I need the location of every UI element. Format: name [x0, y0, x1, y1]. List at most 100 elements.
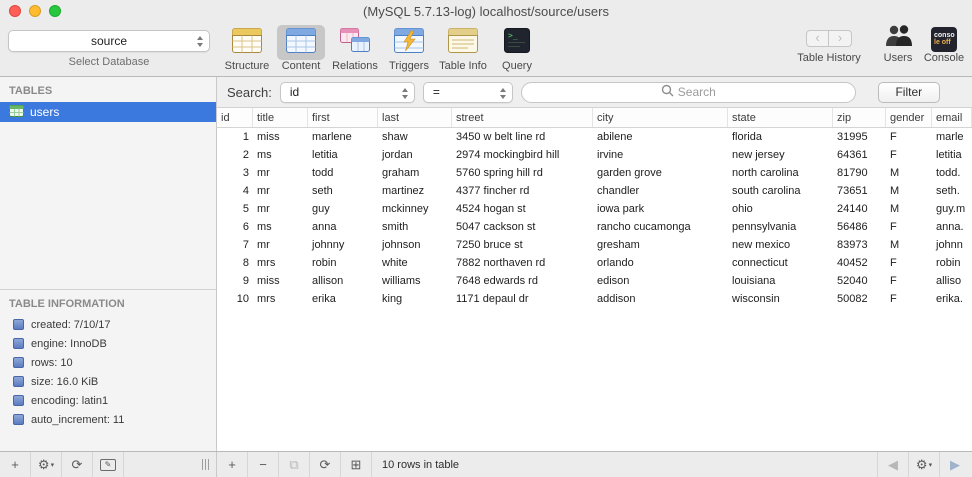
toolbar-item-structure[interactable]: Structure	[220, 24, 274, 72]
table-cell[interactable]: F	[886, 290, 932, 308]
table-cell[interactable]: 4524 hogan st	[452, 200, 593, 218]
table-cell[interactable]: 64361	[833, 146, 886, 164]
table-cell[interactable]: todd.	[932, 164, 972, 182]
table-cell[interactable]: shaw	[378, 128, 452, 146]
table-cell[interactable]: guy	[308, 200, 378, 218]
table-cell[interactable]: F	[886, 218, 932, 236]
table-cell[interactable]: 56486	[833, 218, 886, 236]
column-header-city[interactable]: city	[593, 108, 728, 127]
table-cell[interactable]: garden grove	[593, 164, 728, 182]
table-cell[interactable]: 5047 cackson st	[452, 218, 593, 236]
table-cell[interactable]: 2	[217, 146, 253, 164]
table-cell[interactable]: connecticut	[728, 254, 833, 272]
table-cell[interactable]: mrs	[253, 290, 308, 308]
table-cell[interactable]: king	[378, 290, 452, 308]
edit-row-button[interactable]: ⊞	[341, 452, 372, 477]
table-cell[interactable]: letitia	[308, 146, 378, 164]
column-header-state[interactable]: state	[728, 108, 833, 127]
table-cell[interactable]: mckinney	[378, 200, 452, 218]
toggle-console-button[interactable]: ✎	[93, 452, 124, 477]
table-cell[interactable]: 1	[217, 128, 253, 146]
table-cell[interactable]: seth	[308, 182, 378, 200]
table-cell[interactable]: robin	[932, 254, 972, 272]
column-header-email[interactable]: email	[932, 108, 972, 127]
table-cell[interactable]: marlene	[308, 128, 378, 146]
table-cell[interactable]: pennsylvania	[728, 218, 833, 236]
table-cell[interactable]: guy.m	[932, 200, 972, 218]
table-cell[interactable]: irvine	[593, 146, 728, 164]
minimize-window-button[interactable]	[29, 5, 41, 17]
table-cell[interactable]: M	[886, 182, 932, 200]
column-header-last[interactable]: last	[378, 108, 452, 127]
table-cell[interactable]: addison	[593, 290, 728, 308]
table-cell[interactable]: F	[886, 128, 932, 146]
table-cell[interactable]: williams	[378, 272, 452, 290]
table-cell[interactable]: ohio	[728, 200, 833, 218]
table-cell[interactable]: anna	[308, 218, 378, 236]
table-row[interactable]: 3 mr todd graham 5760 spring hill rd garden g…	[217, 164, 972, 182]
column-header-gender[interactable]: gender	[886, 108, 932, 127]
table-row[interactable]: 5 mr guy mckinney 4524 hogan st iowa park ohio…	[217, 200, 972, 218]
table-cell[interactable]: erika	[308, 290, 378, 308]
table-cell[interactable]: new jersey	[728, 146, 833, 164]
table-cell[interactable]: graham	[378, 164, 452, 182]
table-row[interactable]: 9 miss allison williams 7648 edwards rd ediso…	[217, 272, 972, 290]
table-cell[interactable]: todd	[308, 164, 378, 182]
table-cell[interactable]: johnny	[308, 236, 378, 254]
table-cell[interactable]: seth.	[932, 182, 972, 200]
table-cell[interactable]: alliso	[932, 272, 972, 290]
table-cell[interactable]: M	[886, 236, 932, 254]
table-cell[interactable]: ms	[253, 218, 308, 236]
table-cell[interactable]: smith	[378, 218, 452, 236]
table-cell[interactable]: erika.	[932, 290, 972, 308]
sidebar-item-users[interactable]: users	[0, 102, 216, 122]
table-cell[interactable]: martinez	[378, 182, 452, 200]
table-cell[interactable]: florida	[728, 128, 833, 146]
refresh-rows-button[interactable]: ⟳	[310, 452, 341, 477]
sidebar-resize-handle[interactable]	[202, 459, 209, 470]
table-cell[interactable]: 40452	[833, 254, 886, 272]
table-cell[interactable]: allison	[308, 272, 378, 290]
table-row[interactable]: 6 ms anna smith 5047 cackson st rancho cucamo…	[217, 218, 972, 236]
toolbar-item-query[interactable]: >_ Query	[490, 24, 544, 72]
history-back-button[interactable]: ‹	[806, 30, 829, 47]
column-header-id[interactable]: id	[217, 108, 253, 127]
duplicate-row-button[interactable]: ⧉	[279, 452, 310, 477]
remove-row-button[interactable]: −	[248, 452, 279, 477]
table-cell[interactable]: anna.	[932, 218, 972, 236]
toolbar-item-table-info[interactable]: Table Info	[436, 24, 490, 72]
table-cell[interactable]: 81790	[833, 164, 886, 182]
table-cell[interactable]: 4377 fincher rd	[452, 182, 593, 200]
table-cell[interactable]: abilene	[593, 128, 728, 146]
table-cell[interactable]: 2974 mockingbird hill	[452, 146, 593, 164]
table-cell[interactable]: iowa park	[593, 200, 728, 218]
table-cell[interactable]: F	[886, 272, 932, 290]
table-cell[interactable]: M	[886, 200, 932, 218]
table-cell[interactable]: M	[886, 164, 932, 182]
table-cell[interactable]: south carolina	[728, 182, 833, 200]
table-cell[interactable]: louisiana	[728, 272, 833, 290]
table-cell[interactable]: miss	[253, 128, 308, 146]
table-cell[interactable]: ms	[253, 146, 308, 164]
table-row[interactable]: 1 miss marlene shaw 3450 w belt line rd abile…	[217, 128, 972, 146]
table-row[interactable]: 2 ms letitia jordan 2974 mockingbird hill irv…	[217, 146, 972, 164]
table-cell[interactable]: mrs	[253, 254, 308, 272]
table-row[interactable]: 7 mr johnny johnson 7250 bruce st gresham new …	[217, 236, 972, 254]
table-cell[interactable]: 7648 edwards rd	[452, 272, 593, 290]
history-forward-button[interactable]: ›	[829, 30, 852, 47]
column-header-title[interactable]: title	[253, 108, 308, 127]
toolbar-item-relations[interactable]: Relations	[328, 24, 382, 72]
filter-operator-select[interactable]: =	[422, 81, 513, 103]
table-cell[interactable]: 5760 spring hill rd	[452, 164, 593, 182]
table-cell[interactable]: orlando	[593, 254, 728, 272]
search-input[interactable]: Search	[520, 81, 856, 103]
table-cell[interactable]: 5	[217, 200, 253, 218]
table-cell[interactable]: 31995	[833, 128, 886, 146]
column-header-first[interactable]: first	[308, 108, 378, 127]
pagination-gear-button[interactable]: ⚙ ▾	[908, 452, 939, 477]
table-cell[interactable]: white	[378, 254, 452, 272]
table-cell[interactable]: mr	[253, 200, 308, 218]
table-cell[interactable]: 9	[217, 272, 253, 290]
toolbar-item-content[interactable]: Content	[274, 24, 328, 72]
table-cell[interactable]: mr	[253, 164, 308, 182]
